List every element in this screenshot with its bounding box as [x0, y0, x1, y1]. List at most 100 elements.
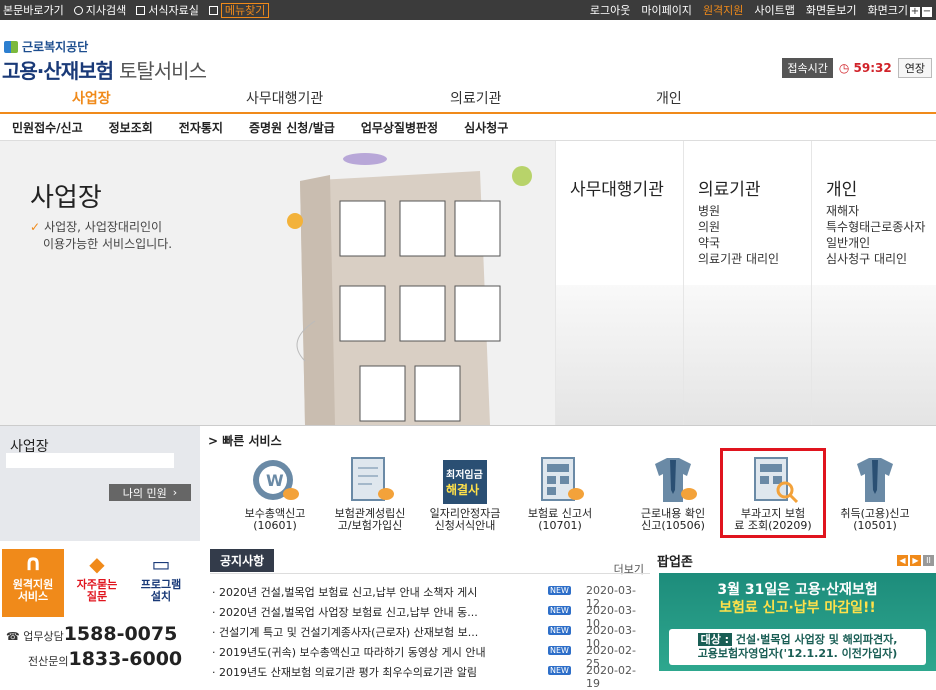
zoom-out-icon[interactable]: − — [922, 7, 932, 17]
subnav-item-info[interactable]: 정보조회 — [109, 119, 153, 136]
coin-mouse-icon: W — [247, 454, 303, 506]
search-icon — [73, 6, 83, 15]
panel-individual[interactable]: 개인 재해자 특수형태근로종사자 일반개인 심사청구 대리인 — [811, 141, 936, 425]
panel-medical-item[interactable]: 의원 — [698, 219, 779, 235]
business-box: 사업장 나의 민원 › — [0, 425, 200, 541]
new-badge: NEW — [548, 646, 571, 655]
subnav-item-review[interactable]: 심사청구 — [464, 119, 508, 136]
panel-individual-item[interactable]: 재해자 — [826, 203, 925, 219]
panel-individual-title: 개인 — [826, 180, 858, 200]
zoom-in-icon[interactable]: + — [910, 7, 920, 17]
notice-divider — [210, 573, 650, 574]
chat-bubble-icon: ◆ — [89, 552, 105, 576]
tab-medical[interactable]: 의료기관 — [450, 88, 502, 108]
shirt-tie-icon — [847, 454, 903, 506]
tab-agency[interactable]: 사무대행기관 — [246, 88, 323, 108]
site-title[interactable]: 고용·산재보험 토탈서비스 — [2, 55, 207, 84]
panel-medical-item[interactable]: 약국 — [698, 235, 779, 251]
my-complaints-button[interactable]: 나의 민원 › — [109, 484, 191, 501]
skip-links: 본문바로가기 지사검색 서식자료실 메뉴찾기 — [0, 0, 307, 20]
headset-icon: ∩ — [24, 551, 42, 576]
quick-services-title-text: 빠른 서비스 — [222, 434, 282, 448]
panel-individual-item[interactable]: 특수형태근로종사자 — [826, 219, 925, 235]
next-icon[interactable]: ▶ — [910, 555, 921, 566]
quick-item-work-confirm[interactable]: 근로내용 확인 신고(10506) — [626, 454, 720, 532]
tab-business[interactable]: 사업장 — [72, 88, 111, 108]
quick-item-acquisition-report[interactable]: 취득(고용)신고 (10501) — [828, 454, 922, 532]
notice-row[interactable]: · 2020년 건설,벌목업 보험료 신고,납부 안내 소책자 게시 NEW 202… — [212, 581, 646, 610]
panel-agency[interactable]: 사무대행기관 — [555, 141, 683, 425]
popup-banner[interactable]: 3월 31일은 고용·산재보험 보험료 신고·납부 마감일!! 대상 : 건설·… — [659, 573, 936, 671]
session-timer: 접속시간 ◷ 59:32 연장 — [782, 58, 932, 78]
notice-row[interactable]: · 2019년도 산재보험 의료기관 평가 최우수의료기관 알림 NEW 2020-… — [212, 661, 646, 690]
quick-services-title: > 빠른 서비스 — [208, 434, 282, 448]
consult-number: 1588-0075 — [63, 623, 178, 645]
panel-medical[interactable]: 의료기관 병원 의원 약국 의료기관 대리인 — [683, 141, 811, 425]
quick-item-premium-report[interactable]: 보험료 신고서 (10701) — [513, 454, 607, 532]
panel-medical-item[interactable]: 병원 — [698, 203, 779, 219]
zoom-view-link[interactable]: 화면돋보기 — [806, 2, 857, 18]
faq-button[interactable]: ◆ 자주묻는 질문 — [66, 549, 128, 617]
building-illustration — [287, 153, 532, 425]
popup-zone: 팝업존 ◀ ▶ II 3월 31일은 고용·산재보험 보험료 신고·납부 마감일… — [657, 549, 936, 671]
svg-text:최저임금: 최저임금 — [446, 468, 483, 481]
notice-title[interactable]: 공지사항 — [210, 549, 275, 572]
calculator-mouse-icon — [532, 454, 588, 506]
hospital-illustration — [684, 285, 811, 425]
quick-item-label: (10601) — [253, 519, 297, 532]
quick-item-job-stability[interactable]: 최저임금 해결사 일자리안정자금 신청서식안내 — [418, 454, 512, 532]
it-label: 전산문의 — [28, 655, 69, 668]
panel-individual-item[interactable]: 심사청구 대리인 — [826, 251, 925, 267]
org-name: 근로복지공단 — [22, 40, 89, 54]
subnav-item-filing[interactable]: 민원접수/신고 — [12, 119, 83, 136]
sitemap-link[interactable]: 사이트맵 — [754, 2, 794, 18]
hero-business: 사업장 ✓ 사업장, 사업장대리인이 이용가능한 서비스입니다. — [0, 141, 555, 425]
forms-link[interactable]: 서식자료실 — [136, 2, 199, 18]
top-utility-bar: 본문바로가기 지사검색 서식자료실 메뉴찾기 로그아웃 마이페이지 원격지원 사… — [0, 0, 936, 20]
extend-session-button[interactable]: 연장 — [897, 58, 932, 78]
subnav-item-certificate[interactable]: 증명원 신청/발급 — [249, 119, 335, 136]
mypage-link[interactable]: 마이페이지 — [641, 2, 692, 18]
pause-icon[interactable]: II — [923, 555, 934, 566]
screen-size-control: 화면크기 + − — [868, 2, 932, 18]
panel-individual-list: 재해자 특수형태근로종사자 일반개인 심사청구 대리인 — [826, 203, 925, 267]
notice-row[interactable]: · 건설기계 특고 및 건설기계종사자(근로자) 산재보험 보... NEW 202… — [212, 621, 646, 650]
org-logo[interactable]: 근로복지공단 — [4, 38, 88, 55]
session-time: ◷ 59:32 — [839, 61, 892, 75]
remote-support-link[interactable]: 원격지원 — [703, 2, 743, 18]
notice-more-link[interactable]: 더보기 — [614, 561, 644, 577]
prev-icon[interactable]: ◀ — [897, 555, 908, 566]
branch-search-label: 지사검색 — [85, 4, 127, 17]
tab-individual[interactable]: 개인 — [656, 88, 682, 108]
quick-item-wage-report[interactable]: W 보수총액신고 (10601) — [228, 454, 322, 532]
consult-label: 업무상담 — [23, 630, 64, 643]
phone-icon: ☎ — [6, 630, 20, 643]
program-install-button[interactable]: ▭ 프로그램 설치 — [130, 549, 192, 617]
panel-medical-item[interactable]: 의료기관 대리인 — [698, 251, 779, 267]
branch-search-link[interactable]: 지사검색 — [73, 2, 127, 18]
building-art — [287, 153, 532, 425]
quick-item-label: (10501) — [853, 519, 897, 532]
quick-item-insurance-join[interactable]: 보험관계성립신 고/보험가입신 — [323, 454, 417, 532]
popup-controls: ◀ ▶ II — [897, 555, 934, 566]
remote-support-button[interactable]: ∩ 원격지원 서비스 — [2, 549, 64, 617]
menu-find-label: 메뉴찾기 — [220, 3, 270, 18]
subnav-item-notice[interactable]: 전자통지 — [179, 119, 223, 136]
popup-line2: 보험료 신고·납부 마감일!! — [719, 600, 876, 616]
agency-illustration — [556, 285, 683, 425]
logout-link[interactable]: 로그아웃 — [590, 2, 630, 18]
notice-row[interactable]: · 2019년도(귀속) 보수총액신고 따라하기 동영상 게시 안내 NEW 202… — [212, 641, 646, 670]
kcomwel-logo-icon — [4, 40, 18, 53]
panel-individual-item[interactable]: 일반개인 — [826, 235, 925, 251]
notice-row-text: · 2019년도 산재보험 의료기관 평가 최우수의료기관 알림 — [212, 666, 477, 679]
notice-board: 공지사항 더보기 · 2020년 건설,벌목업 보험료 신고,납부 안내 소책자… — [210, 549, 650, 690]
skip-to-main-link[interactable]: 본문바로가기 — [3, 2, 64, 18]
new-badge: NEW — [548, 606, 571, 615]
site-title-main: 고용·산재보험 — [2, 59, 114, 83]
notice-row[interactable]: · 2020년 건설,벌목업 사업장 보험료 신고,납부 안내 동... NEW 2… — [212, 601, 646, 630]
notice-row-title: 2020년 건설,벌목업 보험료 신고,납부 안내 소책자 게시 — [219, 586, 478, 599]
quick-item-label: 신고(10506) — [641, 519, 705, 532]
subnav-item-disease[interactable]: 업무상질병판정 — [361, 119, 438, 136]
quick-item-label: 신청서식안내 — [434, 519, 496, 532]
menu-find-link[interactable]: 메뉴찾기 — [208, 2, 270, 18]
